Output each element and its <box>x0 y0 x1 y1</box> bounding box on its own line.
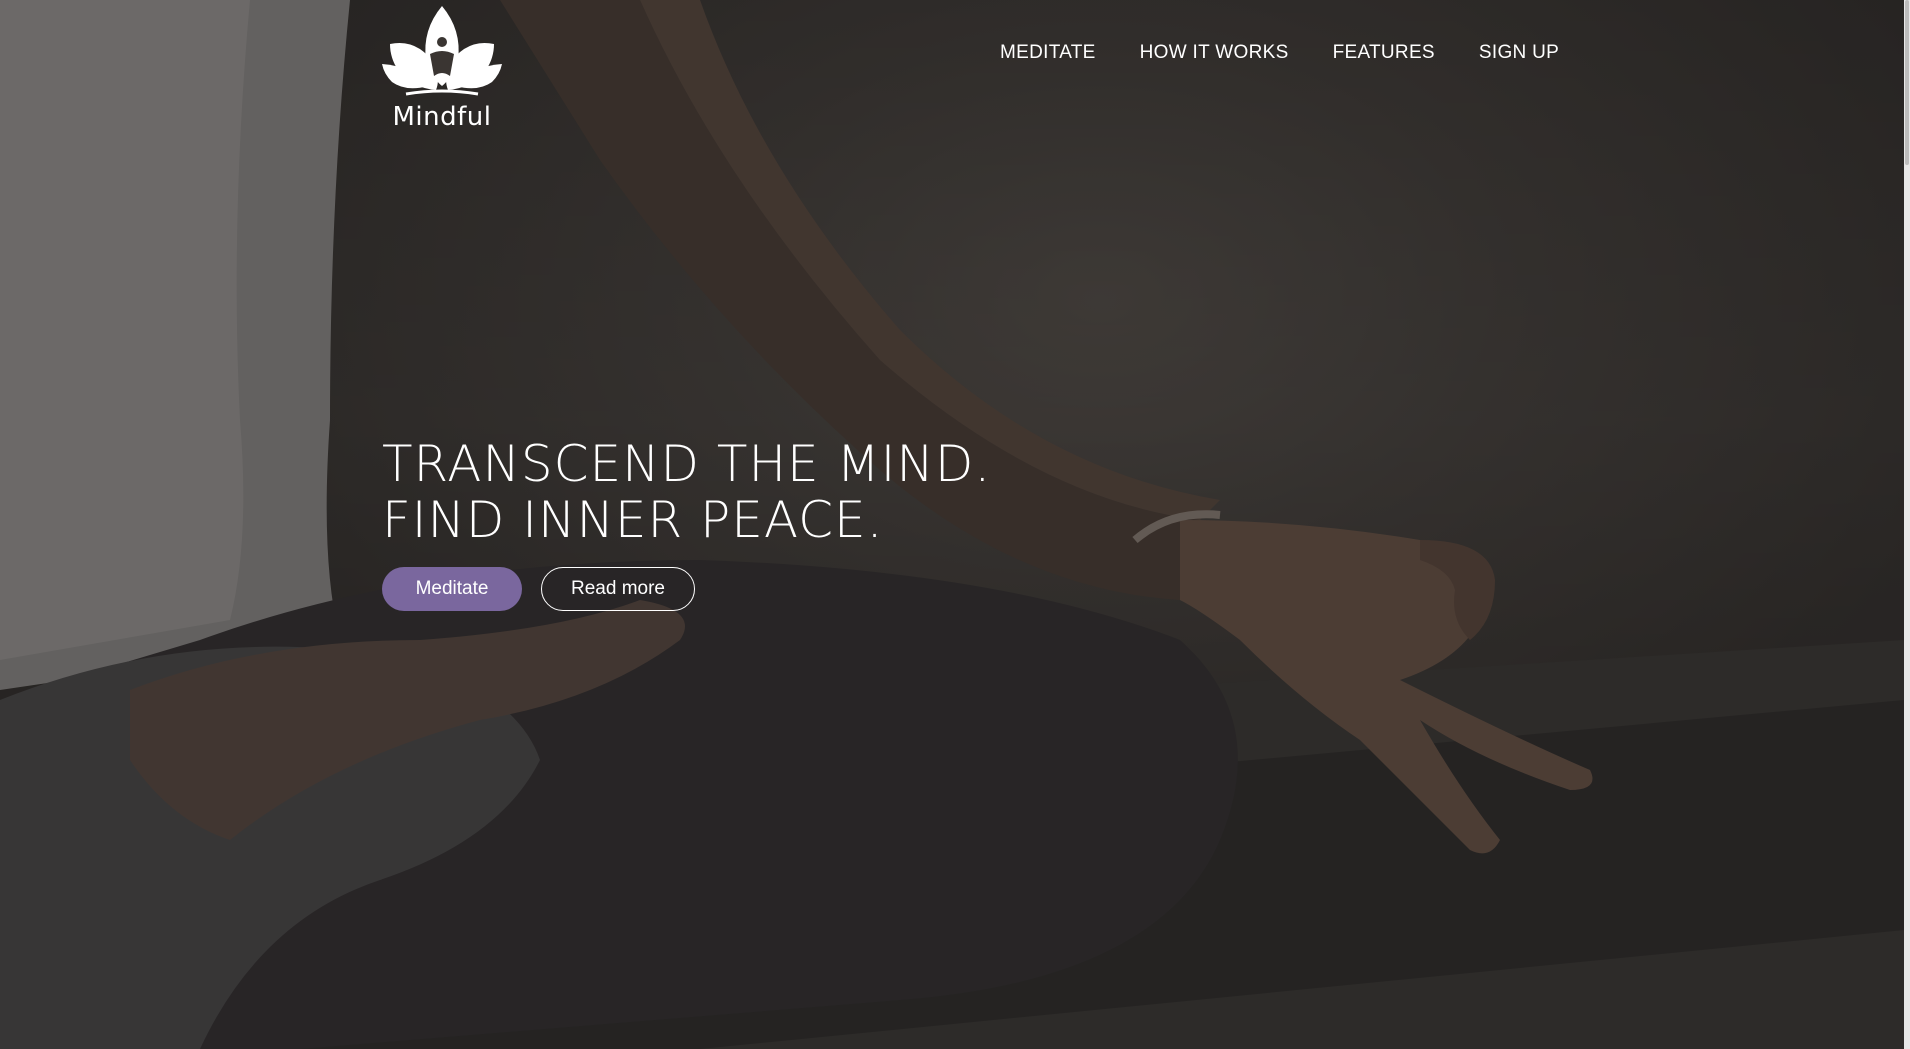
hero-actions: Meditate Read more <box>382 567 695 611</box>
meditate-button[interactable]: Meditate <box>382 567 522 611</box>
scrollbar-thumb[interactable] <box>1905 0 1909 165</box>
page-scrollbar[interactable] <box>1904 0 1910 1049</box>
lotus-meditation-icon <box>382 6 502 96</box>
brand-name: Mindful <box>392 102 492 132</box>
nav-item-meditate[interactable]: MEDITATE <box>1000 38 1096 68</box>
nav-item-sign-up[interactable]: SIGN UP <box>1479 38 1559 68</box>
main-navigation: MEDITATE HOW IT WORKS FEATURES SIGN UP <box>1000 38 1559 68</box>
nav-item-features[interactable]: FEATURES <box>1333 38 1435 68</box>
hero-headline-line-2: FIND INNER PEACE. <box>382 491 884 549</box>
hero-headline-line-1: TRANSCEND THE MIND. <box>382 435 992 493</box>
read-more-button[interactable]: Read more <box>541 567 695 611</box>
nav-item-how-it-works[interactable]: HOW IT WORKS <box>1140 38 1289 68</box>
brand-logo[interactable]: Mindful <box>382 4 502 132</box>
hero-headline: TRANSCEND THE MIND. FIND INNER PEACE. <box>382 436 991 548</box>
